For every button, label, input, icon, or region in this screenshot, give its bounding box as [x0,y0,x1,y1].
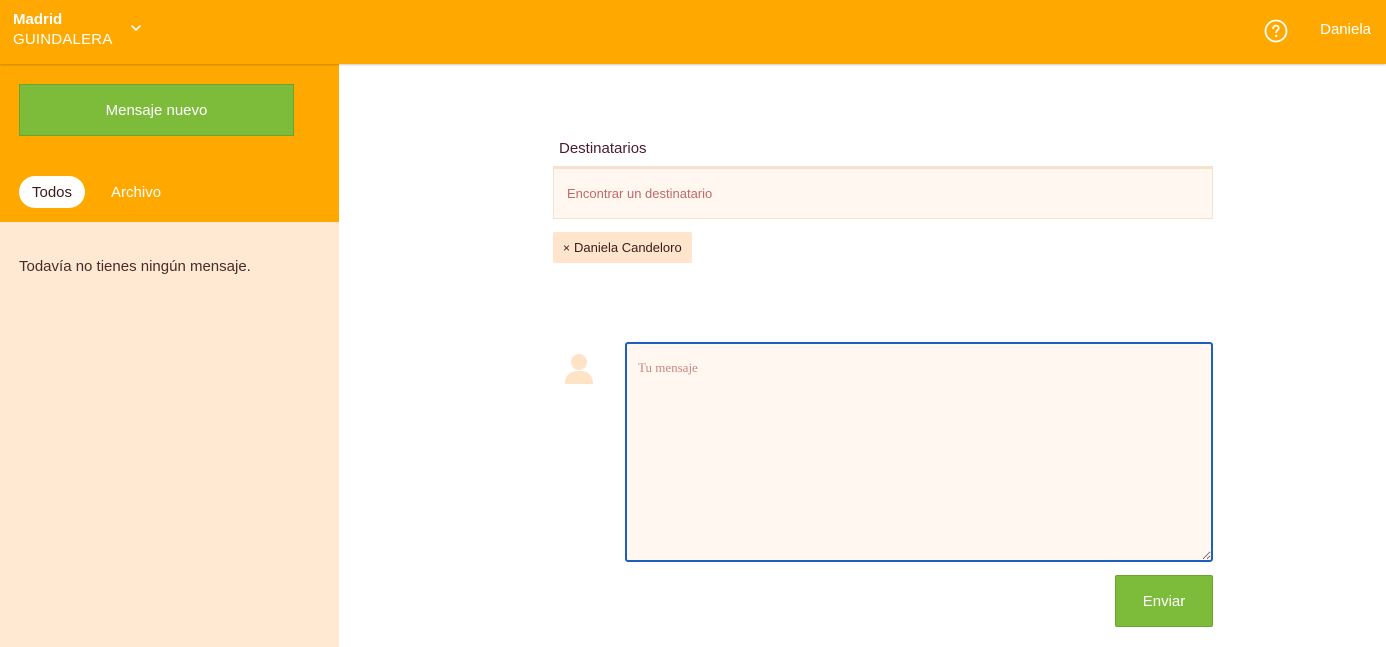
empty-messages-text: Todavía no tienes ningún mensaje. [19,258,251,275]
help-circle-icon[interactable] [1264,19,1288,43]
user-avatar-icon [563,352,595,386]
new-message-button[interactable]: Mensaje nuevo [19,84,294,136]
recipient-chip-name: Daniela Candeloro [574,240,682,255]
compose-panel: Destinatarios × Daniela Candeloro Enviar [339,64,1386,647]
sidebar: Mensaje nuevo Todos Archivo Todavía no t… [0,64,339,647]
remove-recipient-icon[interactable]: × [563,241,570,255]
recipient-search-input[interactable] [553,166,1213,219]
send-button[interactable]: Enviar [1115,575,1213,627]
message-textarea[interactable] [625,342,1213,562]
message-tabs: Todos Archivo [19,176,174,208]
recipient-chip: × Daniela Candeloro [553,232,692,263]
location-city: Madrid [13,11,63,28]
chevron-down-icon[interactable] [129,21,143,35]
tab-todos[interactable]: Todos [19,176,86,208]
tab-archivo[interactable]: Archivo [98,176,174,208]
recipients-label: Destinatarios [559,140,647,157]
user-menu[interactable]: Daniela [1320,21,1371,38]
sidebar-header: Mensaje nuevo Todos Archivo [0,64,339,222]
location-selector[interactable]: Madrid GUINDALERA [13,10,143,50]
top-bar: Madrid GUINDALERA Daniela [0,0,1386,64]
location-text: Madrid GUINDALERA [13,10,113,50]
location-area: GUINDALERA [13,31,113,48]
